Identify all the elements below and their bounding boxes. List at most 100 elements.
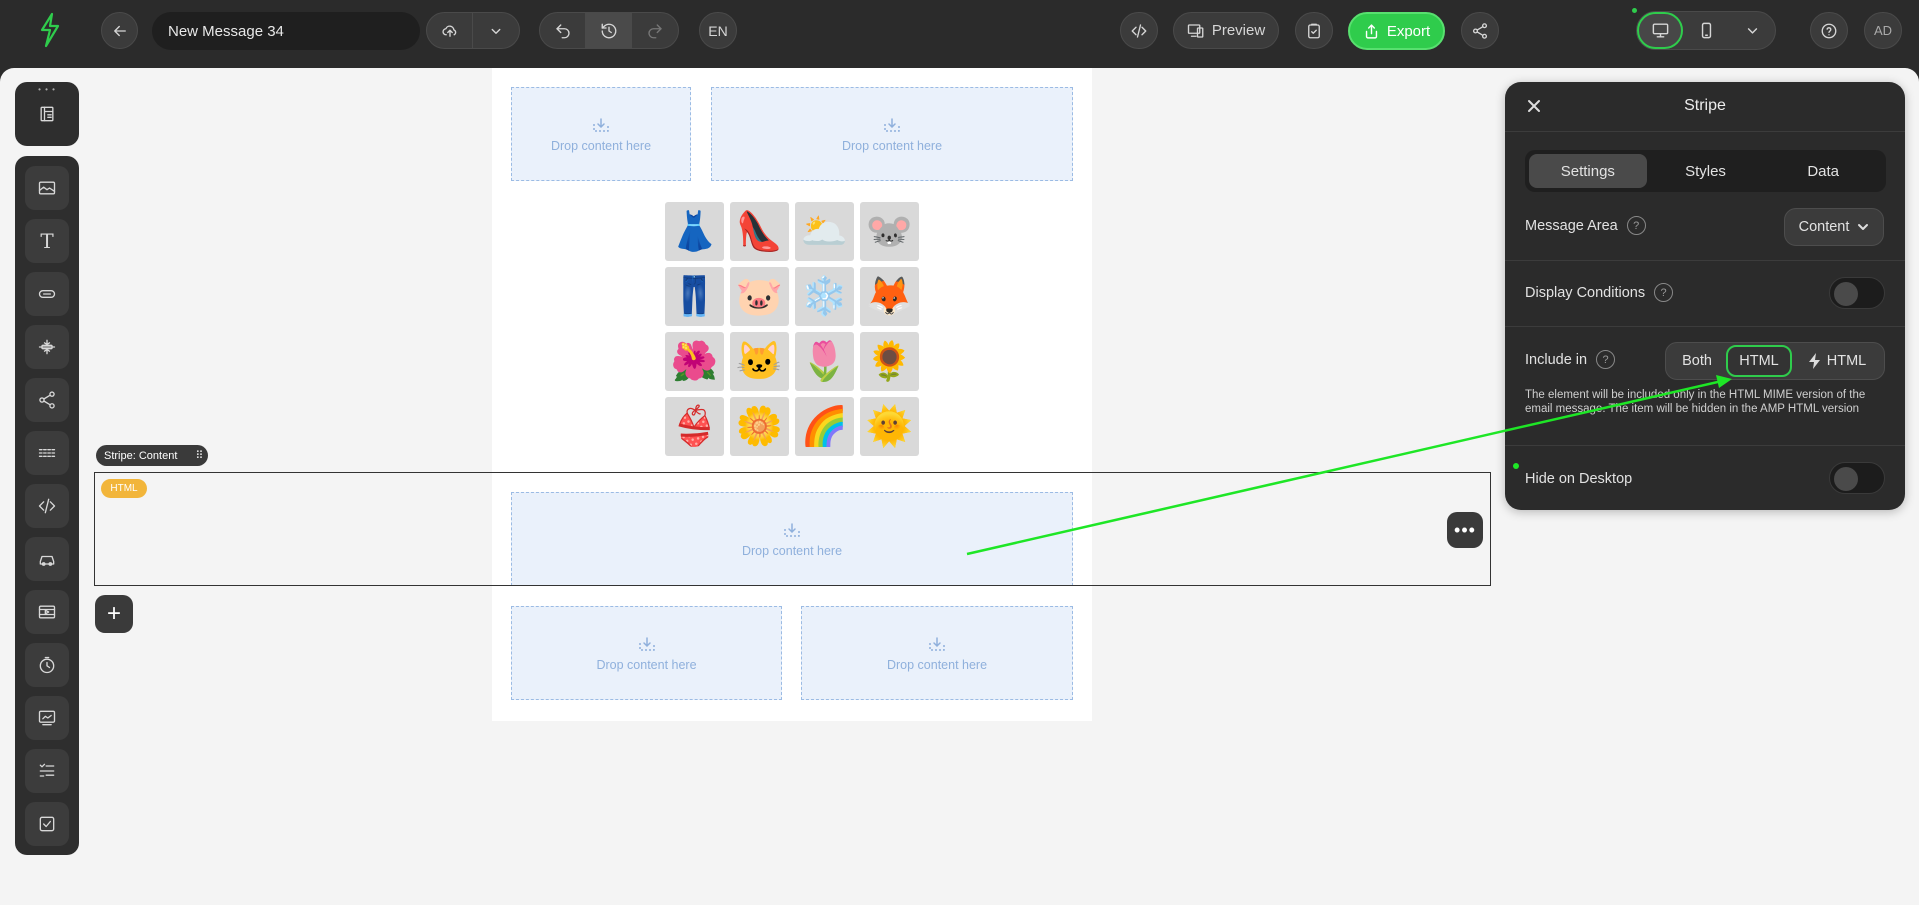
amp-html-label: HTML	[1826, 353, 1867, 369]
message-title-input[interactable]	[152, 12, 420, 50]
emoji-sunflower[interactable]: 🌻	[860, 332, 919, 391]
preview-button[interactable]: Preview	[1173, 12, 1279, 49]
html-badge: HTML	[101, 479, 147, 498]
checkbox-block-button[interactable]	[25, 802, 69, 846]
social-block-button[interactable]	[25, 378, 69, 422]
emoji-rainbow[interactable]: 🌈	[795, 397, 854, 456]
amp-form-block-button[interactable]	[25, 749, 69, 793]
undo-icon	[555, 23, 570, 38]
export-button[interactable]: Export	[1348, 12, 1445, 50]
chevron-down-icon	[1858, 224, 1869, 230]
mobile-view-button[interactable]	[1683, 12, 1729, 49]
text-icon: T	[40, 229, 54, 253]
save-to-cloud-button[interactable]	[427, 13, 473, 48]
emoji-tulip[interactable]: 🌷	[795, 332, 854, 391]
menu-block-button[interactable]	[25, 537, 69, 581]
include-in-row: Include in ?	[1525, 350, 1616, 369]
help-icon[interactable]: ?	[1596, 350, 1616, 369]
drop-label: Drop content here	[550, 138, 652, 153]
code-editor-button[interactable]	[1120, 12, 1158, 49]
undo-button[interactable]	[540, 13, 586, 48]
banner-block-button[interactable]	[25, 696, 69, 740]
emoji-mouse[interactable]: 🐭	[860, 202, 919, 261]
drop-zone[interactable]: Drop content here	[801, 606, 1073, 700]
blocks-library-button[interactable]: • • •	[15, 82, 79, 146]
stripe-more-button[interactable]: •••	[1447, 512, 1483, 548]
active-indicator-dot	[1632, 8, 1637, 13]
hide-on-desktop-toggle[interactable]	[1829, 462, 1885, 494]
help-icon	[1821, 23, 1837, 38]
redo-button[interactable]	[632, 13, 678, 48]
emoji-snowflake[interactable]: ❄️	[795, 267, 854, 326]
desktop-view-button[interactable]	[1637, 12, 1683, 49]
clipboard-check-icon	[1308, 23, 1320, 38]
hide-on-desktop-label: Hide on Desktop	[1525, 471, 1633, 487]
divider-block-button[interactable]	[25, 431, 69, 475]
text-block-button[interactable]: T	[25, 219, 69, 263]
avatar[interactable]: AD	[1864, 12, 1902, 49]
banner-icon	[38, 710, 56, 726]
divider-icon	[38, 449, 56, 457]
save-options-dropdown[interactable]	[473, 13, 519, 48]
emoji-cat[interactable]: 🐱	[730, 332, 789, 391]
share-icon	[39, 391, 55, 409]
include-amp-html-option[interactable]: HTML	[1792, 345, 1882, 377]
emoji-cloud-sun[interactable]: 🌥️	[795, 202, 854, 261]
emoji-high-heel[interactable]: 👠	[730, 202, 789, 261]
timer-icon	[39, 656, 55, 674]
drop-zone[interactable]: Drop content here	[511, 87, 691, 181]
timer-block-button[interactable]	[25, 643, 69, 687]
back-arrow-icon	[113, 25, 126, 36]
settings-panel: Stripe Settings Styles Data Message Area…	[1505, 82, 1905, 510]
spacer-block-button[interactable]	[25, 325, 69, 369]
stripe-tag-label: Stripe: Content	[104, 449, 178, 462]
emoji-jeans[interactable]: 👖	[665, 267, 724, 326]
image-block-button[interactable]	[25, 166, 69, 210]
help-icon[interactable]: ?	[1626, 216, 1646, 235]
emoji-pig[interactable]: 🐷	[730, 267, 789, 326]
modules-icon	[40, 106, 54, 122]
tab-styles[interactable]: Styles	[1647, 154, 1765, 188]
view-options-dropdown[interactable]	[1729, 12, 1775, 49]
message-area-select[interactable]: Content	[1784, 208, 1884, 246]
car-icon	[39, 555, 55, 566]
html-block-button[interactable]	[25, 484, 69, 528]
logo-icon[interactable]	[36, 12, 64, 48]
include-html-option[interactable]: HTML	[1726, 345, 1792, 377]
divider	[1505, 326, 1905, 327]
emoji-sun[interactable]: 🌞	[860, 397, 919, 456]
tab-data[interactable]: Data	[1764, 154, 1882, 188]
include-both-option[interactable]: Both	[1668, 345, 1726, 377]
emoji-dress[interactable]: 👗	[665, 202, 724, 261]
video-block-button[interactable]	[25, 590, 69, 634]
export-label: Export	[1386, 22, 1431, 40]
emoji-image-grid: 👗 👠 🌥️ 🐭 👖 🐷 ❄️ 🦊 🌺 🐱 🌷 🌻 👙 🌼 🌈 🌞	[665, 202, 919, 456]
save-group	[426, 12, 520, 49]
stripe-tag[interactable]: Stripe: Content ⠿	[96, 445, 209, 466]
drag-handle-icon[interactable]: ⠿	[195, 449, 203, 462]
version-history-button[interactable]	[586, 13, 632, 48]
lightning-icon	[1808, 353, 1820, 369]
display-conditions-toggle[interactable]	[1829, 277, 1885, 309]
button-block-button[interactable]	[25, 272, 69, 316]
help-button[interactable]	[1810, 12, 1848, 49]
back-button[interactable]	[101, 12, 138, 49]
drag-handle-icon: • • •	[38, 85, 56, 94]
emoji-fox[interactable]: 🦊	[860, 267, 919, 326]
emoji-blossom[interactable]: 🌼	[730, 397, 789, 456]
drop-zone[interactable]: Drop content here	[511, 606, 782, 700]
preview-icon	[1187, 23, 1204, 38]
add-stripe-button[interactable]: +	[95, 595, 133, 633]
emoji-hibiscus[interactable]: 🌺	[665, 332, 724, 391]
emoji-bikini[interactable]: 👙	[665, 397, 724, 456]
message-area-value: Content	[1798, 219, 1850, 235]
selected-stripe-frame[interactable]	[94, 472, 1491, 586]
test-checklist-button[interactable]	[1295, 12, 1333, 49]
drop-zone[interactable]: Drop content here	[711, 87, 1073, 181]
help-icon[interactable]: ?	[1654, 283, 1674, 302]
share-button[interactable]	[1461, 12, 1499, 49]
language-button[interactable]: EN	[699, 12, 737, 49]
tab-settings[interactable]: Settings	[1529, 154, 1647, 188]
checkbox-icon	[39, 816, 55, 832]
drop-icon	[592, 116, 610, 134]
